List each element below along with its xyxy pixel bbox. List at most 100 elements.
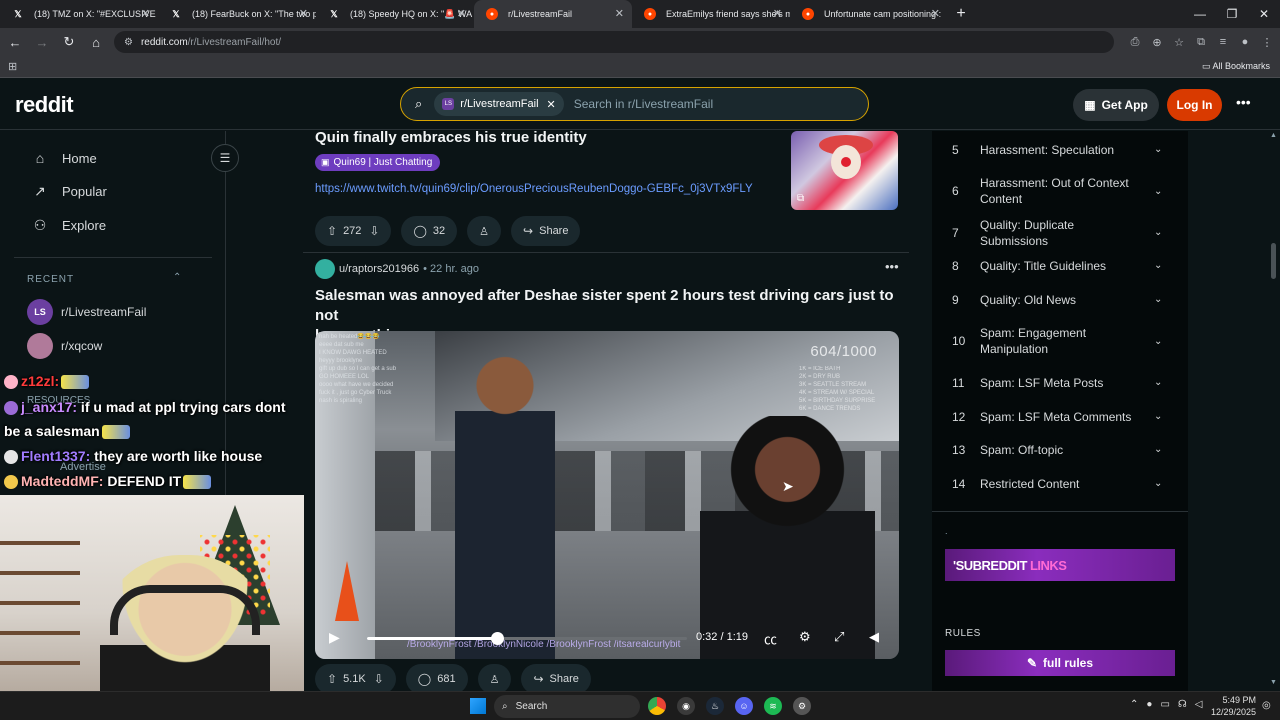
chip-remove-icon[interactable]: ✕ [547,98,556,111]
scrollbar-thumb[interactable] [1271,243,1276,279]
minimize-icon[interactable]: — [1184,0,1216,28]
display-icon[interactable]: ▭ [1160,699,1169,710]
zoom-icon[interactable]: ⊕ [1150,32,1164,52]
windows-start-icon[interactable] [470,698,486,714]
video-seek-handle[interactable] [490,632,504,645]
reload-icon[interactable]: ↻ [57,30,81,54]
apps-grid-icon[interactable]: ⊞ [8,60,17,73]
bookmark-star-icon[interactable]: ☆ [1172,32,1186,52]
post-author[interactable]: u/raptors201966 [339,263,419,275]
settings-gear-icon[interactable]: ⚙ [799,629,811,645]
tray-chevron-icon[interactable]: ⌃ [1130,699,1138,710]
profile-icon[interactable]: ● [1238,32,1252,52]
share-button[interactable]: ↪ Share [521,664,591,691]
vote-control[interactable]: ⇧ 5.1K ⇩ [315,664,396,691]
post-thumbnail[interactable]: ⧉ [791,131,898,210]
award-button[interactable]: ♙ [467,216,502,246]
address-bar[interactable]: ⚙ reddit.com/r/LivestreamFail/hot/ [114,31,1114,53]
scroll-up-icon[interactable]: ▲ [1270,132,1277,139]
page-scrollbar[interactable]: ▲ ▼ [1268,131,1280,691]
more-options-icon[interactable]: ••• [1236,94,1251,110]
browser-tab[interactable]: 𝕏 (18) FearBuck on X: "The two p ✕ [158,0,316,28]
upvote-icon[interactable]: ⇧ [327,672,337,686]
nav-explore[interactable]: ⚇ Explore [30,213,106,237]
new-tab-button[interactable]: + [948,0,974,28]
nav-home[interactable]: ⌂ Home [30,146,97,170]
close-icon[interactable]: ✕ [457,7,466,20]
search-bar[interactable]: ⌕ LS r/LivestreamFail ✕ Search in r/Live… [400,87,869,121]
award-button[interactable]: ♙ [477,664,512,691]
media-icon[interactable]: ≡ [1216,32,1230,52]
video-seek-bar[interactable] [367,632,687,645]
rule-item[interactable]: 6 Harassment: Out of Context Content ⌄ [932,174,1188,208]
close-icon[interactable]: ✕ [299,7,308,20]
forward-icon[interactable]: → [30,30,54,54]
rule-item[interactable]: 11 Spam: LSF Meta Posts ⌄ [932,374,1188,391]
close-icon[interactable]: ✕ [773,7,782,20]
full-rules-button[interactable]: ✎ full rules [945,650,1175,676]
microphone-icon[interactable]: ● [1146,699,1152,710]
subreddit-chip[interactable]: LS r/LivestreamFail ✕ [434,92,564,116]
close-window-icon[interactable]: ✕ [1248,0,1280,28]
rule-item[interactable]: 13 Spam: Off-topic ⌄ [932,441,1188,458]
settings-app-icon[interactable]: ⚙ [793,697,811,715]
login-button[interactable]: Log In [1167,89,1222,121]
chevron-up-icon[interactable]: ⌃ [173,272,181,283]
chrome-icon[interactable] [648,697,666,715]
spotify-icon[interactable]: ≋ [764,697,782,715]
close-icon[interactable]: ✕ [615,7,624,20]
discord-icon[interactable]: ☺ [735,697,753,715]
search-input[interactable]: Search in r/LivestreamFail [574,97,713,111]
play-icon[interactable]: ▶ [329,629,340,646]
notification-bell-icon[interactable]: ◎ [1262,700,1271,711]
post-overflow-icon[interactable]: ••• [885,259,899,274]
author-avatar[interactable] [315,259,335,279]
comments-button[interactable]: ◯ 681 [405,664,468,691]
volume-icon[interactable]: ◀ [869,629,879,645]
collapse-nav-button[interactable]: ☰ [211,144,239,172]
post-flair[interactable]: ▣ Quin69 | Just Chatting [315,154,441,171]
browser-tab-active[interactable]: ● r/LivestreamFail ✕ [474,0,632,28]
subreddit-links-banner[interactable]: 'SUBREDDIT LINKS [945,549,1175,581]
rule-item[interactable]: 10 Spam: Engagement Manipulation ⌄ [932,324,1188,358]
taskbar-search[interactable]: ⌕ Search [494,695,640,718]
rule-item[interactable]: 14 Restricted Content ⌄ [932,475,1188,492]
network-icon[interactable]: ☊ [1178,699,1187,710]
speaker-icon[interactable]: ◁ [1195,699,1203,710]
captions-icon[interactable]: ㏄ [764,629,777,648]
post-link[interactable]: https://www.twitch.tv/quin69/clip/Onerou… [315,183,753,195]
menu-icon[interactable]: ⋮ [1260,32,1274,52]
recent-community[interactable]: LS r/LivestreamFail [27,299,146,325]
home-browser-icon[interactable]: ⌂ [84,30,108,54]
comments-button[interactable]: ◯ 32 [401,216,458,246]
upvote-icon[interactable]: ⇧ [327,224,337,238]
all-bookmarks[interactable]: ▭ All Bookmarks [1202,61,1270,72]
rule-item[interactable]: 5 Harassment: Speculation ⌄ [932,141,1188,158]
nav-popular[interactable]: ↗ Popular [30,179,107,203]
extensions-icon[interactable]: ⧉ [1194,32,1208,52]
share-button[interactable]: ↪ Share [511,216,581,246]
rule-item[interactable]: 8 Quality: Title Guidelines ⌄ [932,257,1188,274]
fullscreen-icon[interactable]: ⤢ [834,629,844,645]
back-icon[interactable]: ← [3,30,27,54]
scroll-down-icon[interactable]: ▼ [1270,679,1277,686]
close-icon[interactable]: ✕ [931,7,940,20]
get-app-button[interactable]: ▦ Get App [1073,89,1159,121]
reddit-logo[interactable]: reddit [15,92,74,118]
downvote-icon[interactable]: ⇩ [369,224,379,238]
vote-control[interactable]: ⇧ 272 ⇩ [315,216,392,246]
browser-tab[interactable]: ● ExtraEmilys friend says she's m ✕ [632,0,790,28]
browser-tab[interactable]: 𝕏 (18) TMZ on X: "#EXCLUSIVE 👗 ✕ [0,0,158,28]
rule-item[interactable]: 7 Quality: Duplicate Submissions ⌄ [932,218,1188,248]
site-info-icon[interactable]: ⚙ [124,37,133,48]
install-icon[interactable]: ⎙ [1128,32,1142,52]
browser-tab[interactable]: 𝕏 (18) Speedy HQ on X: "🚨 WA ✕ [316,0,474,28]
restore-icon[interactable]: ❐ [1216,0,1248,28]
rule-item[interactable]: 12 Spam: LSF Meta Comments ⌄ [932,408,1188,425]
browser-tab[interactable]: ● Unfortunate cam positioning : ✕ [790,0,948,28]
github-icon[interactable]: ◉ [677,697,695,715]
downvote-icon[interactable]: ⇩ [374,672,384,686]
rule-item[interactable]: 9 Quality: Old News ⌄ [932,291,1188,308]
video-player[interactable]: nah be heated😂😂😂 eeee dat sub me I KNOW … [315,331,899,659]
recent-community[interactable]: r/xqcow [27,333,102,359]
